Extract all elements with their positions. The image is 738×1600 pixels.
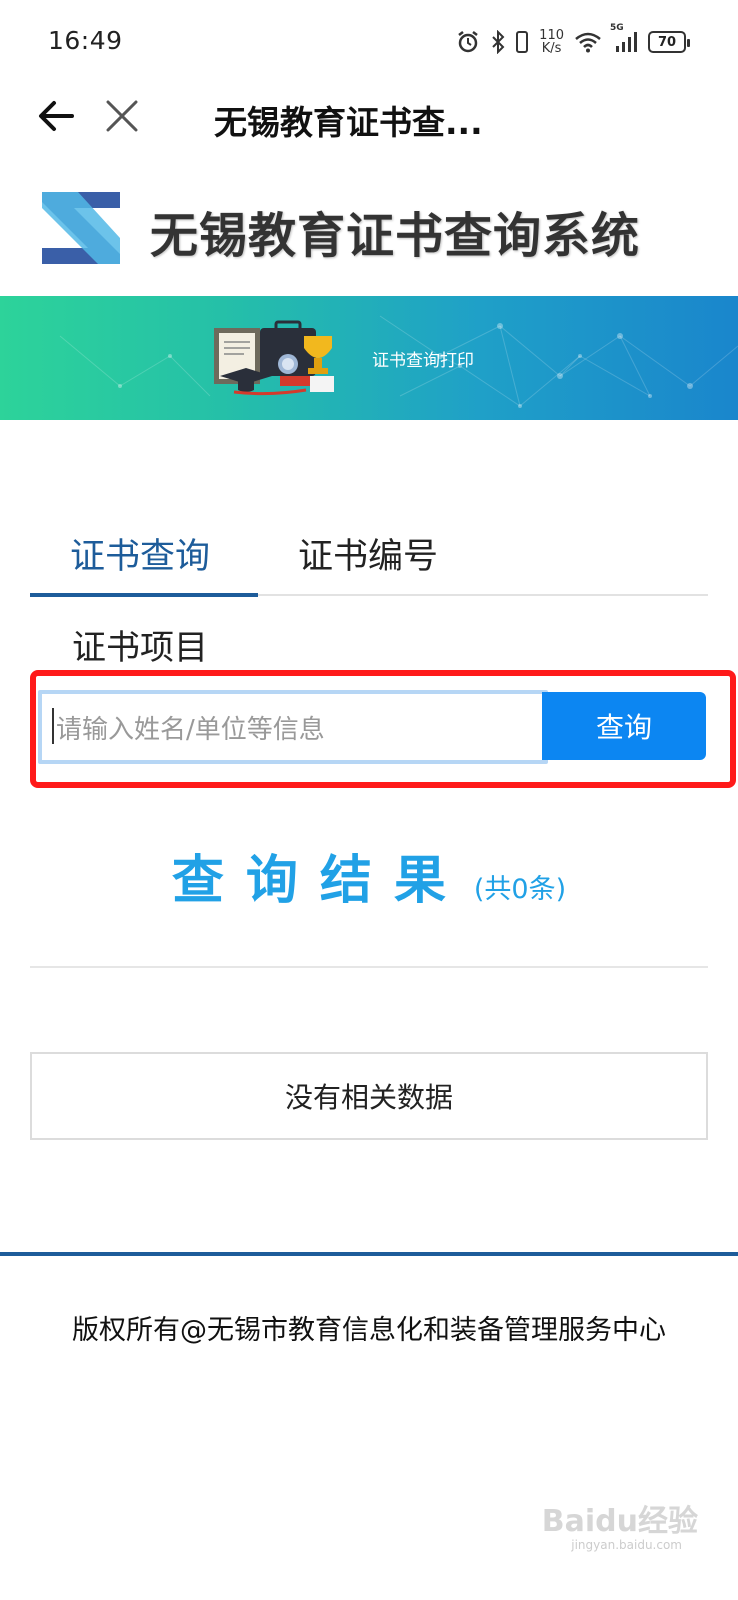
status-icons: 110 K/s 5G 70 [455,23,690,58]
net-speed-unit: K/s [541,41,562,56]
close-button[interactable] [100,94,144,138]
footer-divider [0,1252,738,1256]
wifi-icon [574,31,602,53]
search-input[interactable]: 请输入姓名/单位等信息 [38,690,548,764]
search-placeholder: 请输入姓名/单位等信息 [56,714,325,745]
alarm-icon [455,29,481,55]
status-time: 16:49 [48,26,123,55]
banner-text: 证书查询打印 [372,351,474,371]
status-bar: 16:49 110 K/s 5G 70 [0,0,738,84]
watermark-url: jingyan.baidu.com [571,1538,682,1552]
search-button[interactable]: 查询 [542,692,706,760]
empty-results-box: 没有相关数据 [30,1052,708,1140]
results-count: (共0条) [473,874,567,905]
active-tab-indicator [30,593,258,597]
banner: 证书查询打印 [0,296,738,420]
tab-certificate-query[interactable]: 证书查询 [70,528,210,579]
site-title: 无锡教育证书查询系统 [150,208,641,264]
results-title: 查询结果 [171,851,468,911]
z-logo-icon [42,192,120,264]
net-speed: 110 K/s [539,29,564,55]
battery-level: 70 [657,34,677,50]
network-type: 5G [610,23,624,33]
text-caret [52,708,54,744]
footer-copyright: 版权所有@无锡市教育信息化和装备管理服务中心 [72,1315,666,1346]
arrow-left-icon [39,101,74,131]
certificate-trophy-illustration [214,320,334,396]
results-heading: 查询结果 (共0条) [0,838,738,913]
back-button[interactable] [34,94,78,138]
tab-bar: 证书查询 证书编号 [30,520,708,597]
network-pattern-decoration [59,315,738,408]
tab-certificate-number[interactable]: 证书编号 [298,528,438,579]
vibrate-icon [515,30,529,54]
signal-icon: 5G [610,23,638,53]
watermark: Baidu经验 [541,1504,698,1539]
site-header: 无锡教育证书查询系统 [0,174,738,296]
battery-icon: 70 [648,31,690,53]
close-icon [106,100,138,132]
nav-title: 无锡教育证书查... [214,103,483,142]
bluetooth-icon [491,30,505,54]
nav-bar: 无锡教育证书查... [0,84,738,174]
empty-results-text: 没有相关数据 [284,1081,453,1114]
divider [30,966,708,968]
section-label: 证书项目 [72,628,208,668]
